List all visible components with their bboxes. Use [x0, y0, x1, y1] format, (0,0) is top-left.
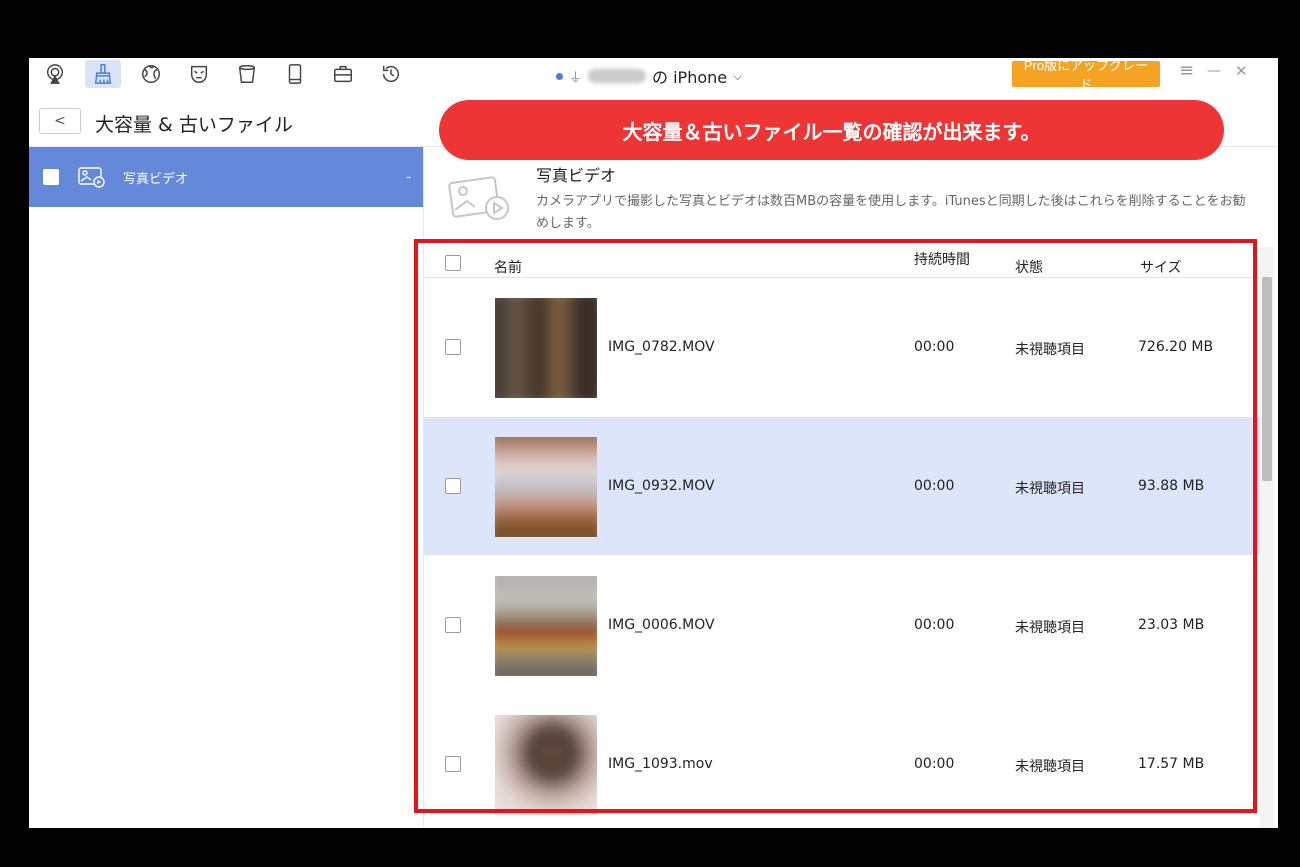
file-size: 93.88 MB: [1138, 478, 1205, 494]
file-table: 名前 持続時間 状態 サイズ IMG_0782.MOV 00:00 未視聴項目 …: [424, 247, 1260, 828]
device-name: の iPhone: [652, 68, 728, 87]
menu-icon[interactable]: ≡: [1179, 60, 1194, 81]
file-status: 未視聴項目: [1015, 620, 1085, 636]
toolbox-icon[interactable]: [325, 60, 361, 88]
sidebar-item-photo-video[interactable]: 写真ビデオ -: [29, 147, 423, 207]
category-title: 写真ビデオ: [536, 166, 617, 185]
category-description: カメラアプリで撮影した写真とビデオは数百MBの容量を使用します。iTunesと同…: [536, 194, 1246, 231]
video-thumbnail: [495, 576, 597, 676]
table-row[interactable]: IMG_0006.MOV 00:00 未視聴項目 23.03 MB: [424, 556, 1260, 694]
file-duration: 00:00: [914, 756, 955, 772]
row-checkbox[interactable]: [445, 756, 461, 772]
video-thumbnail: [495, 715, 597, 815]
device-selector[interactable]: ⏚ の iPhone ⌵: [556, 64, 742, 88]
history-icon[interactable]: [373, 60, 409, 88]
connection-dot: [556, 72, 563, 80]
mask-icon[interactable]: [181, 60, 217, 88]
photo-video-icon: [78, 167, 105, 188]
file-name: IMG_0932.MOV: [608, 478, 715, 494]
file-size: 23.03 MB: [1138, 617, 1205, 633]
annotation-banner: 大容量＆古いファイル一覧の確認が出来ます。: [439, 100, 1224, 160]
file-duration: 00:00: [914, 339, 955, 355]
scrollbar-thumb[interactable]: [1262, 277, 1272, 481]
photo-video-category-icon: [448, 176, 509, 220]
chevron-left-icon: <: [54, 113, 66, 129]
page-title: 大容量 & 古いファイル: [95, 114, 293, 136]
top-toolbar: ⏚ の iPhone ⌵ Pro版にアップグレード ≡ — ✕: [29, 58, 1278, 92]
back-button[interactable]: <: [39, 108, 81, 134]
device-owner-name-redacted: [588, 69, 647, 83]
video-thumbnail: [495, 437, 597, 537]
table-row[interactable]: IMG_1093.mov 00:00 未視聴項目 17.57 MB: [424, 695, 1260, 828]
file-name: IMG_0782.MOV: [608, 339, 715, 355]
table-row[interactable]: IMG_0782.MOV 00:00 未視聴項目 726.20 MB: [424, 278, 1260, 416]
file-status: 未視聴項目: [1015, 342, 1085, 358]
file-name: IMG_1093.mov: [608, 756, 713, 772]
cleaner-brush-icon[interactable]: [85, 60, 121, 88]
video-thumbnail: [495, 298, 597, 398]
row-checkbox[interactable]: [445, 478, 461, 494]
sidebar-item-checkbox[interactable]: [43, 169, 59, 185]
trash-bin-icon[interactable]: [229, 60, 265, 88]
upgrade-pro-button[interactable]: Pro版にアップグレード: [1012, 58, 1160, 92]
table-header: 名前 持続時間 状態 サイズ: [424, 247, 1260, 278]
lightning-cable-icon: ⏚: [569, 70, 583, 86]
column-header-name[interactable]: 名前: [494, 257, 522, 277]
close-icon[interactable]: ✕: [1235, 62, 1248, 80]
sidebar-item-count: -: [406, 169, 411, 185]
file-duration: 00:00: [914, 617, 955, 633]
file-size: 726.20 MB: [1138, 339, 1214, 355]
globe-icon[interactable]: [133, 60, 169, 88]
row-checkbox[interactable]: [445, 617, 461, 633]
app-window: ⏚ の iPhone ⌵ Pro版にアップグレード ≡ — ✕ < 大容量 & …: [29, 58, 1278, 828]
select-all-checkbox[interactable]: [445, 255, 461, 271]
row-checkbox[interactable]: [445, 339, 461, 355]
file-duration: 00:00: [914, 478, 955, 494]
airplay-icon[interactable]: [37, 60, 73, 88]
tablet-icon[interactable]: [277, 60, 313, 88]
table-row[interactable]: IMG_0932.MOV 00:00 未視聴項目 93.88 MB: [424, 417, 1260, 555]
column-header-size[interactable]: サイズ: [1140, 257, 1182, 277]
column-header-duration[interactable]: 持続時間: [914, 249, 970, 269]
chevron-down-icon: ⌵: [733, 68, 743, 83]
file-name: IMG_0006.MOV: [608, 617, 715, 633]
file-status: 未視聴項目: [1015, 759, 1085, 775]
sidebar: 写真ビデオ -: [29, 147, 424, 828]
file-size: 17.57 MB: [1138, 756, 1205, 772]
file-status: 未視聴項目: [1015, 481, 1085, 497]
column-header-status[interactable]: 状態: [1015, 257, 1043, 277]
minimize-icon[interactable]: —: [1207, 63, 1221, 79]
sidebar-item-label: 写真ビデオ: [123, 171, 189, 187]
